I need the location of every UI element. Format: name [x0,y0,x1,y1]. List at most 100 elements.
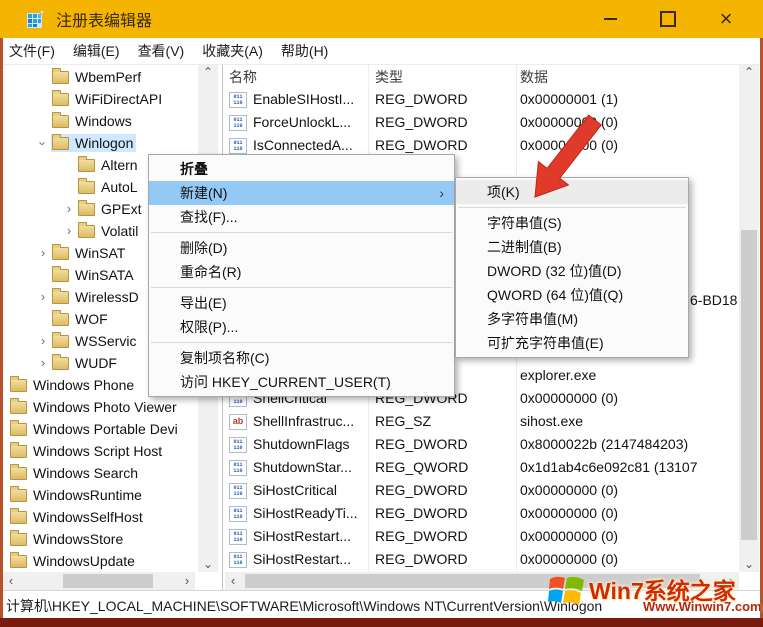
menu-separator [151,342,452,343]
list-vertical-scrollbar[interactable]: ⌃ ⌄ [739,64,759,572]
scroll-left-icon[interactable]: ‹ [3,572,19,590]
value-type-icon [229,92,247,108]
menu-item[interactable]: 删除(D) [149,236,454,260]
value-data: 0x8000022b (2147484203) [520,433,737,456]
scroll-up-icon[interactable]: ⌃ [739,64,759,80]
tree-item[interactable]: › Windows [3,110,198,132]
value-type-icon [229,115,247,131]
tree-expander-icon[interactable]: › [61,201,77,216]
value-row[interactable]: SiHostRestart... REG_DWORD 0x00000000 (0… [225,548,739,571]
tree-expander-icon[interactable]: › [61,223,77,238]
menu-separator [151,232,452,233]
menu-item[interactable]: 折叠 [149,157,454,181]
close-icon: × [720,8,733,30]
tree-item[interactable]: › WbemPerf [3,66,198,88]
column-header-data[interactable]: 数据 [520,67,548,87]
tree-item[interactable]: › Windows Search [3,462,198,484]
minimize-button[interactable] [581,0,639,38]
column-header-type[interactable]: 类型 [375,67,403,87]
selected-key-path: 计算机\HKEY_LOCAL_MACHINE\SOFTWARE\Microsof… [6,598,602,614]
menu-item[interactable]: DWORD (32 位)值(D) [456,259,688,283]
menu-item[interactable]: 多字符串值(M) [456,307,688,331]
value-data: 0x00000000 (0) [520,502,737,525]
tree-item[interactable]: › Windows Photo Viewer [3,396,198,418]
menu-item[interactable]: 重命名(R) [149,260,454,284]
folder-icon [52,137,69,150]
menubar-item[interactable]: 编辑(E) [64,38,129,64]
menu-item[interactable]: 权限(P)... [149,315,454,339]
menu-item[interactable]: 可扩充字符串值(E) [456,331,688,355]
menu-item[interactable]: 新建(N) › [149,181,454,205]
value-row[interactable]: ShutdownStar... REG_QWORD 0x1d1ab4c6e092… [225,456,739,479]
list-horizontal-scrollbar[interactable]: ‹ › [225,572,739,590]
column-header-name[interactable]: 名称 [229,67,257,87]
scroll-left-icon[interactable]: ‹ [225,572,241,590]
tree-item[interactable]: › WindowsRuntime [3,484,198,506]
folder-icon [10,401,27,414]
tree-expander-icon[interactable]: › [35,289,51,304]
value-data: 0x00000000 (0) [520,134,737,157]
menu-item[interactable]: 导出(E) [149,291,454,315]
menu-item[interactable]: QWORD (64 位)值(Q) [456,283,688,307]
value-type: REG_QWORD [375,456,515,479]
value-row[interactable]: ShutdownFlags REG_DWORD 0x8000022b (2147… [225,433,739,456]
tree-expander-icon[interactable]: › [35,355,51,370]
scroll-right-icon[interactable]: › [179,572,195,590]
tree-horizontal-scrollbar[interactable]: ‹ › [3,572,195,590]
tree-item[interactable]: › WiFiDirectAPI [3,88,198,110]
menu-item-label: 可扩充字符串值(E) [487,335,604,351]
menu-item[interactable]: 字符串值(S) [456,211,688,235]
tree-item-label: Windows [75,113,132,129]
value-type: REG_DWORD [375,502,515,525]
value-row[interactable]: SiHostCritical REG_DWORD 0x00000000 (0) [225,479,739,502]
value-data: 0x00000000 (0) [520,548,737,571]
value-type: REG_DWORD [375,548,515,571]
value-row[interactable]: ShellInfrastruc... REG_SZ sihost.exe [225,410,739,433]
value-type-icon [229,138,247,154]
tree-item-label: Winlogon [75,135,133,151]
close-button[interactable]: × [697,0,755,38]
value-row[interactable]: ForceUnlockL... REG_DWORD 0x00000000 (0) [225,111,739,134]
tree-hscroll-thumb[interactable] [63,574,153,588]
folder-icon [78,203,95,216]
menubar-item[interactable]: 文件(F) [0,38,64,64]
minimize-icon [604,18,617,20]
menubar-item[interactable]: 查看(V) [129,38,194,64]
tree-item-label: WindowsStore [33,531,123,547]
menu-item[interactable]: 项(K) [456,180,688,204]
scroll-down-icon[interactable]: ⌄ [739,556,759,572]
menubar-item[interactable]: 收藏夹(A) [193,38,272,64]
menubar-item[interactable]: 帮助(H) [272,38,337,64]
tree-item[interactable]: › Windows Portable Devi [3,418,198,440]
tree-item[interactable]: › WindowsStore [3,528,198,550]
tree-expander-icon[interactable]: › [35,245,51,260]
value-data: 0x1d1ab4c6e092c81 (13107 [520,456,737,479]
scroll-down-icon[interactable]: ⌄ [198,556,218,572]
menu-item[interactable]: 查找(F)... [149,205,454,229]
tree-item[interactable]: › WindowsSelfHost [3,506,198,528]
list-vscroll-thumb[interactable] [741,230,757,540]
tree-item[interactable]: › Winlogon [3,132,198,154]
context-menu: 折叠 新建(N) › 查找(F)... 删除(D) 重命名(R) 导出(E) 权… [148,154,455,397]
window-frame-left [0,38,3,627]
tree-expander-icon[interactable]: › [35,333,51,348]
tree-expander-icon[interactable]: › [36,135,51,151]
tree-item[interactable]: › WindowsUpdate [3,550,198,572]
maximize-button[interactable] [639,0,697,38]
value-row[interactable]: EnableSIHostI... REG_DWORD 0x00000001 (1… [225,88,739,111]
folder-icon [10,379,27,392]
scroll-right-icon[interactable]: › [723,572,739,590]
menu-item[interactable]: 复制项名称(C) [149,346,454,370]
tree-item-label: WindowsRuntime [33,487,142,503]
menu-item-label: 项(K) [487,184,520,200]
menu-item[interactable]: 访问 HKEY_CURRENT_USER(T) [149,370,454,394]
value-row[interactable]: SiHostRestart... REG_DWORD 0x00000000 (0… [225,525,739,548]
folder-icon [52,269,69,282]
scroll-up-icon[interactable]: ⌃ [198,64,218,80]
tree-item[interactable]: › Windows Script Host [3,440,198,462]
menu-item[interactable]: 二进制值(B) [456,235,688,259]
list-hscroll-thumb[interactable] [245,574,700,588]
value-row[interactable]: SiHostReadyTi... REG_DWORD 0x00000000 (0… [225,502,739,525]
menu-item-label: 字符串值(S) [487,215,562,231]
window-frame-bottom [0,618,763,627]
